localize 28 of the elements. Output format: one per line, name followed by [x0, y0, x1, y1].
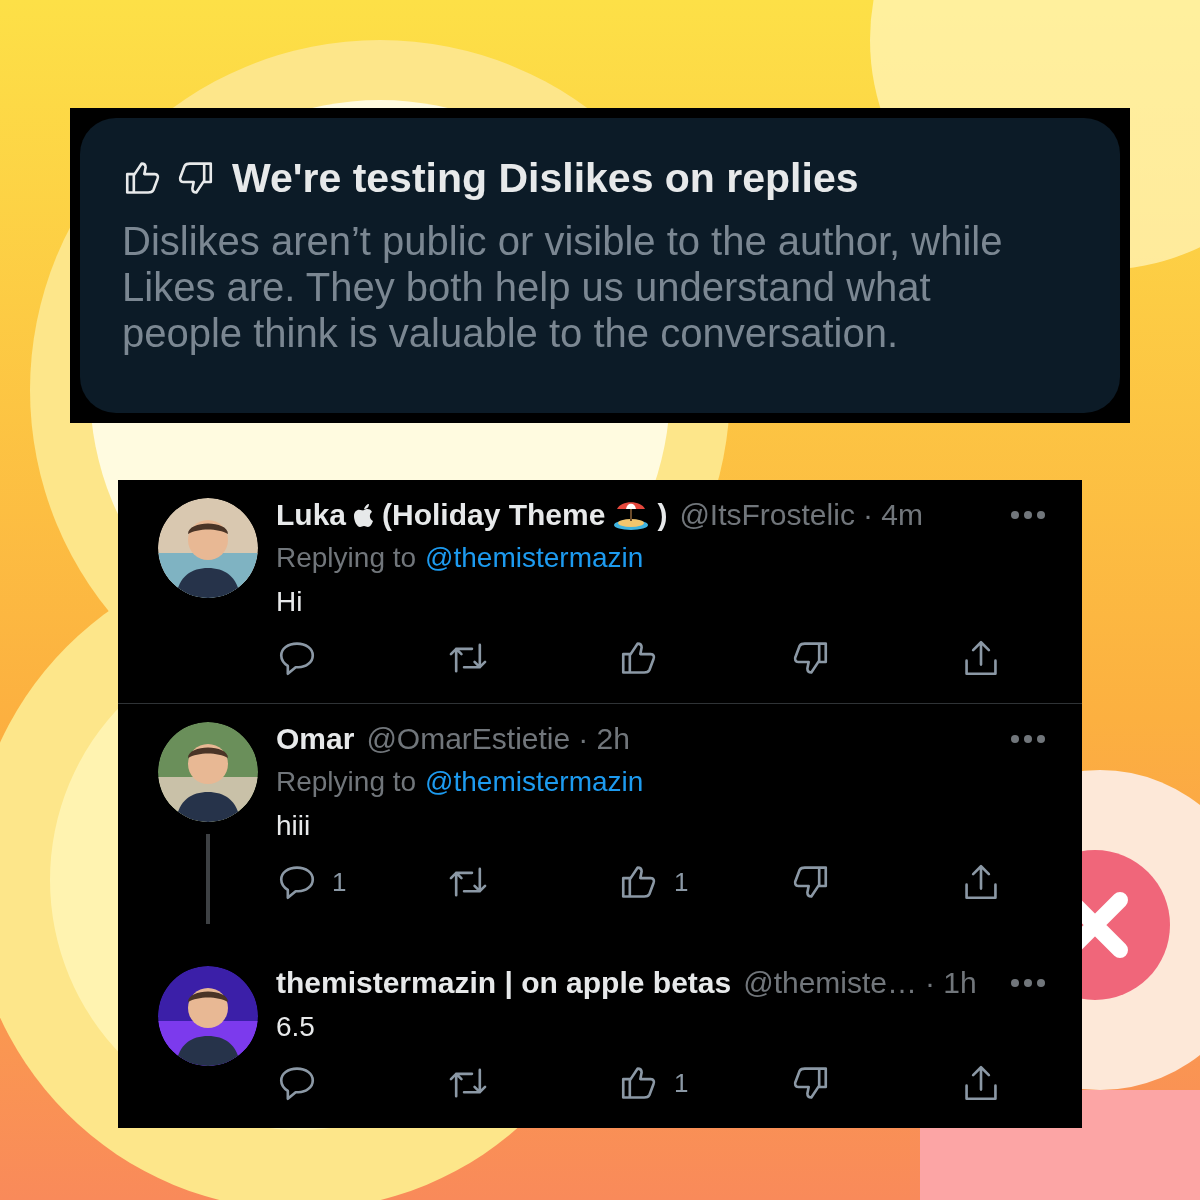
- apple-logo-icon: [354, 503, 375, 527]
- mention-link[interactable]: @themistermazin: [425, 541, 644, 575]
- display-name: (Holiday Theme: [382, 498, 606, 532]
- more-icon[interactable]: [1010, 978, 1046, 988]
- more-icon[interactable]: [1010, 510, 1046, 520]
- timestamp: · 4m: [862, 498, 923, 532]
- display-name: Luka: [276, 498, 347, 532]
- beach-umbrella-icon: [613, 499, 650, 531]
- user-handle: @themiste…: [743, 966, 917, 1000]
- replying-label: Replying to: [276, 765, 417, 799]
- timestamp: · 2h: [578, 722, 630, 756]
- more-icon[interactable]: [1010, 734, 1046, 744]
- reply-text: Hi: [276, 585, 303, 619]
- display-name: Omar: [276, 722, 355, 756]
- notice-text: Dislikes aren’t public or visible to the author, while Likes are. They both help us understand what people think is valuable to the conversation.: [122, 218, 1004, 356]
- display-name: ): [657, 498, 668, 532]
- count: 1: [674, 1066, 689, 1100]
- display-name: themistermazin | on apple betas: [276, 966, 732, 1000]
- count: 1: [674, 865, 689, 899]
- timestamp: · 1h: [925, 966, 977, 1000]
- replying-label: Replying to: [276, 541, 417, 575]
- mention-link[interactable]: @themistermazin: [425, 765, 644, 799]
- reply-text: 6.5: [276, 1010, 315, 1044]
- user-handle: @OmarEstietie: [366, 722, 571, 756]
- notice-title: We're testing Dislikes on replies: [232, 156, 859, 200]
- user-handle: @ItsFrostelic: [679, 498, 855, 532]
- count: 1: [332, 865, 347, 899]
- reply-text: hiii: [276, 809, 311, 843]
